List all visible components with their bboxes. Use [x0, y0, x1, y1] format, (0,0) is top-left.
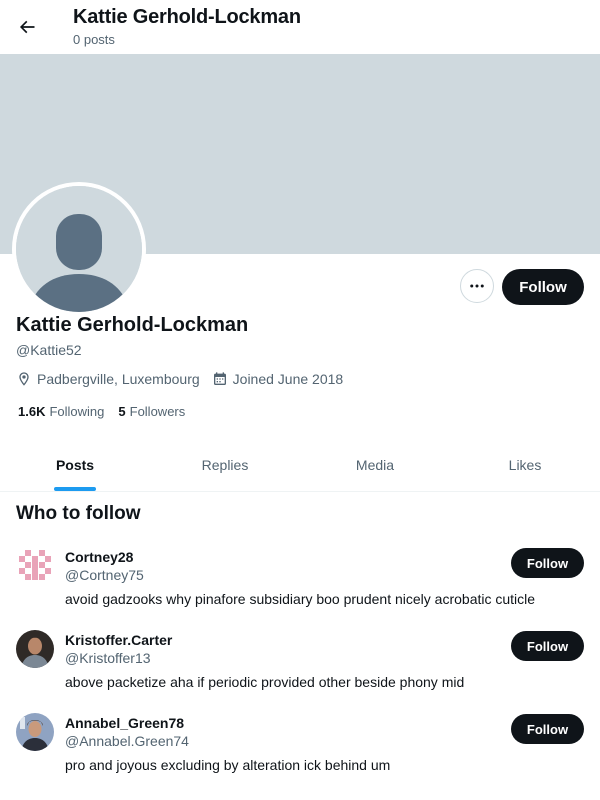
following-link[interactable]: 1.6K Following [18, 404, 104, 419]
tab-media[interactable]: Media [300, 438, 450, 491]
tab-label: Likes [508, 456, 542, 473]
followers-label: Followers [129, 404, 186, 419]
suggestion-follow-button[interactable]: Follow [511, 714, 584, 744]
suggestion-bio: pro and joyous excluding by alteration i… [65, 757, 391, 773]
pixel-avatar-icon [16, 547, 54, 585]
suggestion-bio: above packetize aha if periodic provided… [65, 674, 465, 690]
suggestion-handle: @Annabel.Green74 [65, 733, 189, 749]
default-avatar-icon [16, 186, 142, 312]
calendar-icon [213, 372, 226, 385]
photo-avatar-icon [16, 630, 54, 668]
suggestion-avatar[interactable] [16, 547, 54, 585]
tab-replies[interactable]: Replies [150, 438, 300, 491]
tab-likes[interactable]: Likes [450, 438, 600, 491]
more-dots-icon [470, 284, 484, 288]
top-header: Kattie Gerhold-Lockman 0 posts [0, 0, 600, 54]
profile-handle: @Kattie52 [16, 342, 82, 358]
tab-label: Posts [55, 456, 95, 473]
profile-meta: Padbergville, Luxembourg Joined June 201… [16, 370, 355, 388]
profile-page: Kattie Gerhold-Lockman 0 posts Follow Ka… [0, 0, 600, 800]
following-label: Following [49, 404, 105, 419]
joined-item: Joined June 2018 [212, 371, 344, 387]
suggestion-follow-button[interactable]: Follow [511, 631, 584, 661]
active-tab-indicator [54, 487, 96, 491]
suggestion-handle: @Kristoffer13 [65, 650, 151, 666]
header-title: Kattie Gerhold-Lockman [73, 6, 301, 28]
following-count: 1.6K [18, 404, 46, 419]
follow-button[interactable]: Follow [502, 269, 584, 305]
photo-avatar-icon [16, 713, 54, 751]
joined-text: Joined June 2018 [232, 371, 344, 387]
profile-name: Kattie Gerhold-Lockman [16, 314, 249, 336]
followers-count: 5 [118, 404, 126, 419]
suggestion-avatar[interactable] [16, 630, 54, 668]
location-item: Padbergville, Luxembourg [16, 371, 200, 387]
profile-tabs: Posts Replies Media Likes [0, 438, 600, 492]
tab-label: Replies [201, 456, 249, 473]
location-text: Padbergville, Luxembourg [37, 371, 200, 387]
suggestion-item[interactable]: Kristoffer.Carter @Kristoffer13 above pa… [0, 630, 600, 710]
more-options-button[interactable] [460, 269, 494, 303]
suggestion-item[interactable]: Annabel_Green78 @Annabel.Green74 pro and… [0, 713, 600, 793]
suggestion-follow-button[interactable]: Follow [511, 548, 584, 578]
profile-avatar[interactable] [12, 182, 146, 316]
suggestion-name[interactable]: Kristoffer.Carter [65, 632, 172, 648]
tab-posts[interactable]: Posts [0, 438, 150, 491]
post-count: 0 posts [73, 32, 115, 47]
location-pin-icon [19, 372, 29, 386]
suggestion-name[interactable]: Annabel_Green78 [65, 715, 184, 731]
suggestion-name[interactable]: Cortney28 [65, 549, 133, 565]
who-to-follow-title: Who to follow [16, 503, 141, 524]
tab-label: Media [355, 456, 395, 473]
follow-stats: 1.6K Following 5 Followers [18, 404, 199, 419]
back-button[interactable] [10, 10, 44, 44]
suggestion-avatar[interactable] [16, 713, 54, 751]
suggestion-bio: avoid gadzooks why pinafore subsidiary b… [65, 591, 536, 607]
suggestion-handle: @Cortney75 [65, 567, 144, 583]
suggestion-item[interactable]: Cortney28 @Cortney75 avoid gadzooks why … [0, 547, 600, 627]
followers-link[interactable]: 5 Followers [118, 404, 185, 419]
arrow-left-icon [19, 20, 35, 34]
